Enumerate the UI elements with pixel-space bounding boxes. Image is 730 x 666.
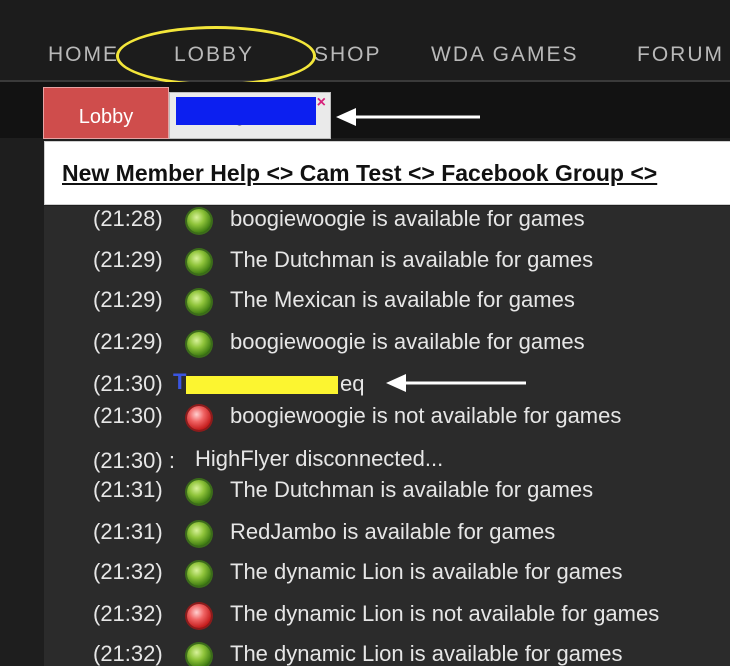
chat-line: (21:31) The Dutchman is available for ga… xyxy=(44,473,730,507)
chat-time: (21:32) xyxy=(93,601,163,626)
chat-username[interactable]: T xyxy=(173,369,186,395)
chat-time: (21:30) : xyxy=(93,448,175,473)
status-available-icon xyxy=(187,562,211,586)
nav-forum[interactable]: FORUM xyxy=(637,43,724,67)
redaction-blue xyxy=(176,97,316,125)
chat-time: (21:31) xyxy=(93,519,163,544)
chat-time: (21:30) xyxy=(93,371,163,396)
chat-message: The dynamic Lion is available for games xyxy=(230,559,623,584)
chat-message: eq xyxy=(340,371,365,396)
chat-message: The Dutchman is available for games xyxy=(230,247,594,272)
chat-line: (21:29) The Mexican is available for gam… xyxy=(44,283,730,317)
chat-line: (21:29) The Dutchman is available for ga… xyxy=(44,243,730,277)
status-available-icon xyxy=(187,332,211,356)
nav-home[interactable]: HOME xyxy=(48,43,119,67)
chat-tabs-bar: Lobby oogiewoo × xyxy=(0,82,730,139)
chat-message: boogiewoogie is not available for games xyxy=(230,403,622,428)
close-icon[interactable]: × xyxy=(317,95,326,111)
chat-line: (21:28) boogiewoogie is available for ga… xyxy=(44,206,730,236)
chat-time: (21:32) xyxy=(93,641,163,666)
chat-line: (21:32) The dynamic Lion is available fo… xyxy=(44,637,730,666)
chat-time: (21:29) xyxy=(93,247,163,272)
chat-time: (21:31) xyxy=(93,477,163,502)
chat-message: The Mexican is available for games xyxy=(230,287,575,312)
chat-message: boogiewoogie is available for games xyxy=(230,206,585,231)
chat-time: (21:29) xyxy=(93,287,163,312)
chat-time: (21:30) xyxy=(93,403,163,428)
tab-lobby[interactable]: Lobby xyxy=(43,87,169,139)
nav-shop[interactable]: SHOP xyxy=(314,43,382,67)
chat-line: (21:32) The dynamic Lion is available fo… xyxy=(44,555,730,589)
chat-log: (21:28) boogiewoogie is available for ga… xyxy=(44,206,730,666)
status-available-icon xyxy=(187,522,211,546)
nav-wda-games[interactable]: WDA GAMES xyxy=(431,43,579,67)
redaction-yellow xyxy=(186,376,338,394)
chat-line: (21:31) RedJambo is available for games xyxy=(44,515,730,549)
chat-line: (21:29) boogiewoogie is available for ga… xyxy=(44,325,730,359)
status-available-icon xyxy=(187,209,211,233)
top-navigation: HOME LOBBY SHOP WDA GAMES FORUM xyxy=(0,0,730,86)
chat-line: (21:30) boogiewoogie is not available fo… xyxy=(44,399,730,433)
highlight-ellipse-annotation xyxy=(116,26,316,86)
chat-message: boogiewoogie is available for games xyxy=(230,329,585,354)
chat-time: (21:28) xyxy=(93,206,163,231)
chat-message: RedJambo is available for games xyxy=(230,519,556,544)
chat-system-message: HighFlyer disconnected... xyxy=(195,446,444,471)
status-available-icon xyxy=(187,290,211,314)
status-available-icon xyxy=(187,480,211,504)
tab-lobby-label: Lobby xyxy=(78,105,134,128)
chat-message: The Dutchman is available for games xyxy=(230,477,594,502)
arrow-annotation-tab xyxy=(336,108,480,126)
chat-time: (21:29) xyxy=(93,329,163,354)
status-unavailable-icon xyxy=(187,604,211,628)
arrow-annotation-chat xyxy=(386,374,526,392)
tab-private-chat[interactable]: oogiewoo × xyxy=(169,92,331,139)
chat-message: The dynamic Lion is available for games xyxy=(230,641,623,666)
help-links-banner: New Member Help <> Cam Test <> Facebook … xyxy=(44,141,730,205)
status-unavailable-icon xyxy=(187,406,211,430)
chat-line: (21:32) The dynamic Lion is not availabl… xyxy=(44,597,730,631)
chat-time: (21:32) xyxy=(93,559,163,584)
status-available-icon xyxy=(187,250,211,274)
chat-message: The dynamic Lion is not available for ga… xyxy=(230,601,660,626)
banner-links[interactable]: New Member Help <> Cam Test <> Facebook … xyxy=(62,160,657,187)
chat-line-redacted: (21:30) T eq xyxy=(44,367,730,401)
status-available-icon xyxy=(187,644,211,666)
